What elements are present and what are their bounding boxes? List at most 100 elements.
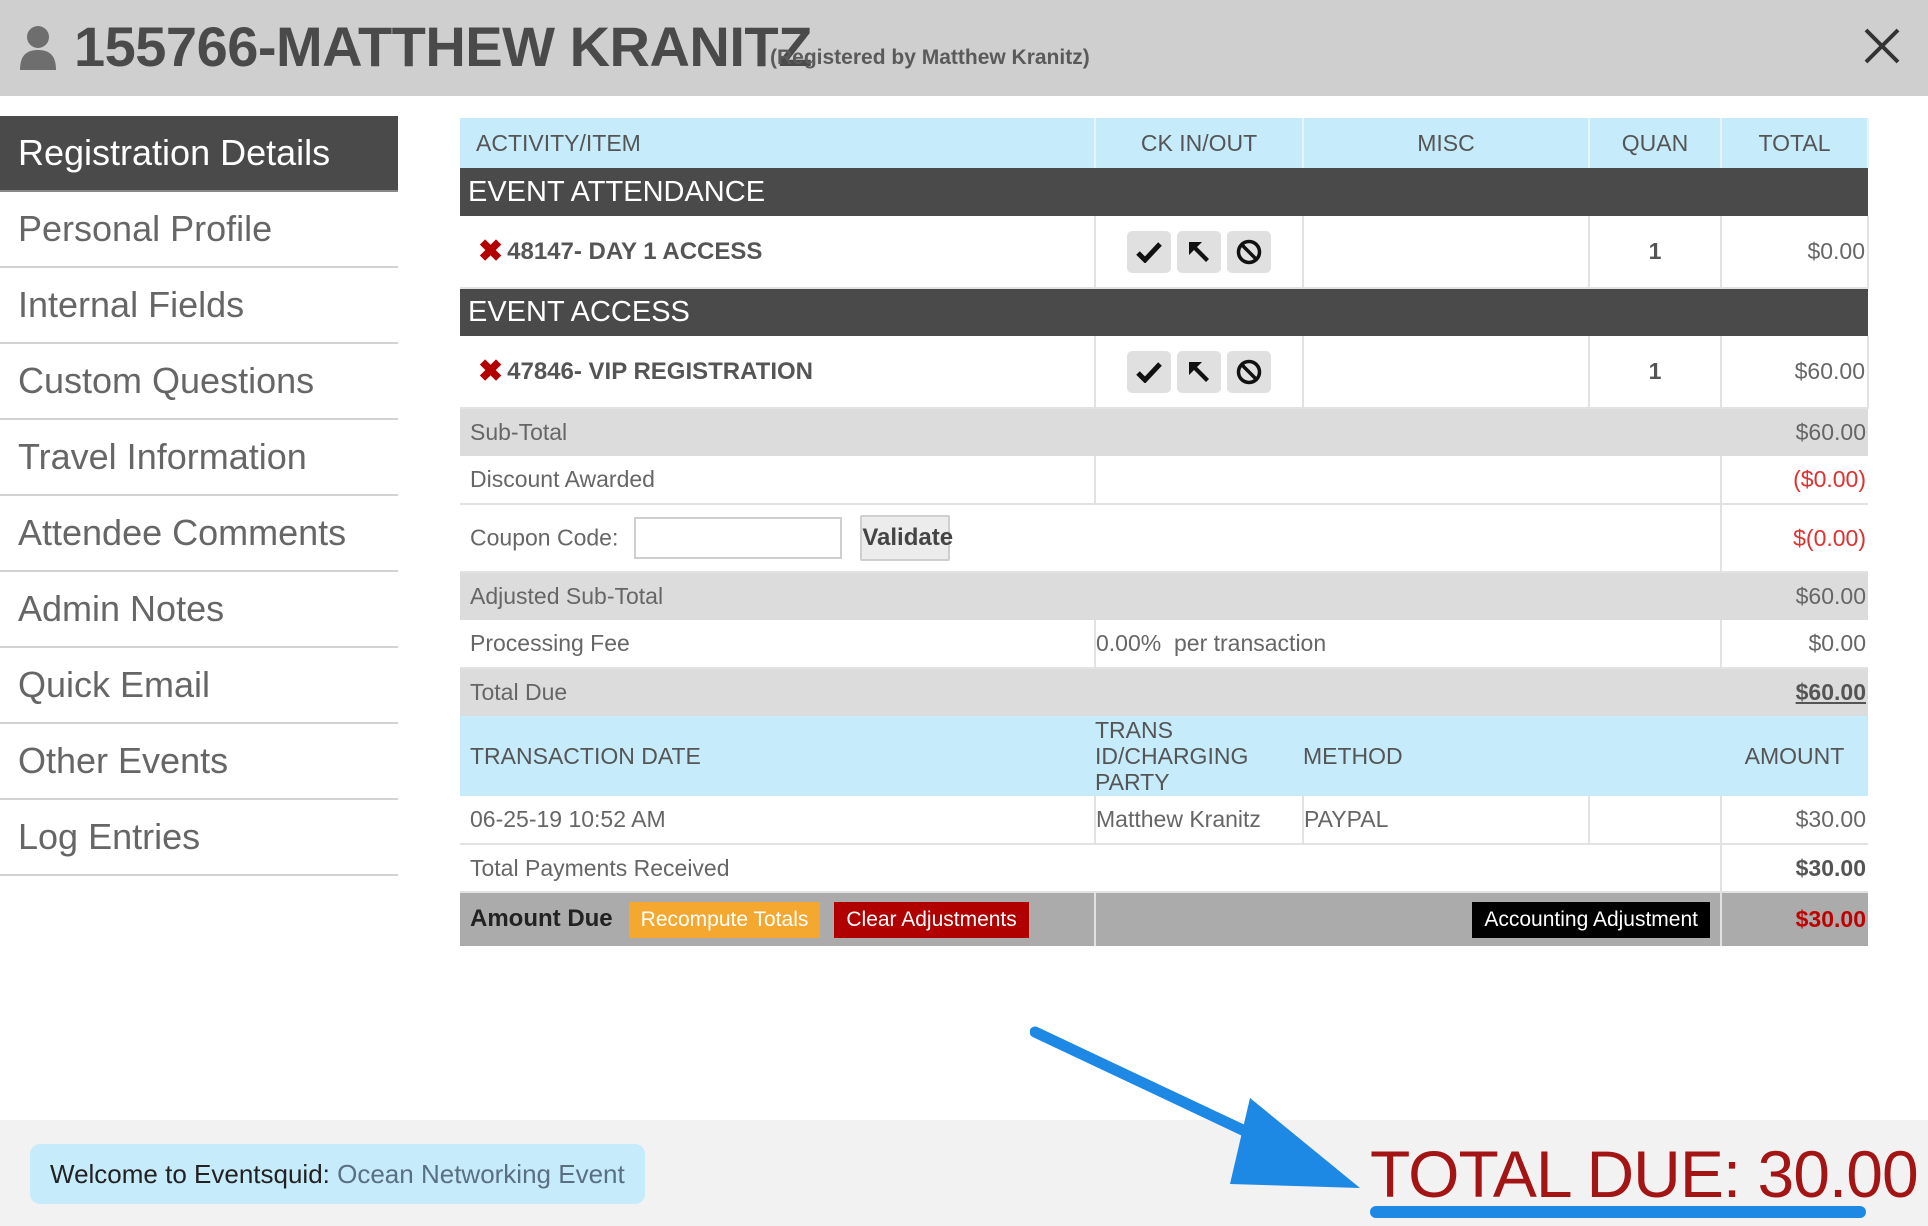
quan-cell: 1 <box>1589 336 1722 409</box>
table-row: ✖ 48147- DAY 1 ACCESS 1 $0.00 <box>460 216 1869 289</box>
payments-row: Total Payments Received $30.00 <box>460 844 1868 893</box>
sidebar-item-travel-information[interactable]: Travel Information <box>0 420 398 496</box>
accounting-adjustment-button[interactable]: Accounting Adjustment <box>1472 901 1710 938</box>
amount-due-cell: Amount Due Recompute Totals Clear Adjustme… <box>460 892 1096 946</box>
col-header-method: METHOD <box>1303 716 1589 796</box>
arrow-up-left-icon <box>1189 361 1209 382</box>
col-header-misc: MISC <box>1303 118 1590 168</box>
sidebar-item-attendee-comments[interactable]: Attendee Comments <box>0 496 398 572</box>
remove-item-icon[interactable]: ✖ <box>478 355 503 388</box>
processing-fee-label: Processing Fee <box>460 620 1096 669</box>
table-header-row: ACTIVITY/ITEM CK IN/OUT MISC QUAN TOTAL <box>460 118 1869 168</box>
payments-label: Total Payments Received <box>460 844 1722 893</box>
accounting-cell: Accounting Adjustment <box>1095 892 1722 946</box>
payments-value: $30.00 <box>1721 844 1868 893</box>
coupon-row: Coupon Code: Validate $(0.00) <box>460 504 1868 573</box>
col-header-total: TOTAL <box>1721 118 1869 168</box>
quan-cell: 1 <box>1589 216 1722 289</box>
item-name-cell: ✖ 47846- VIP REGISTRATION <box>460 336 1096 409</box>
section-row: EVENT ATTENDANCE <box>460 168 1868 216</box>
checkmark-icon <box>1136 241 1162 263</box>
total-cell: $0.00 <box>1721 216 1869 289</box>
col-header-empty <box>1589 716 1721 796</box>
amount-due-label: Amount Due <box>470 904 613 932</box>
annotation-arrow-icon <box>1030 1026 1360 1188</box>
col-header-amount: AMOUNT <box>1721 716 1868 796</box>
welcome-badge: Welcome to Eventsquid: Ocean Networking … <box>30 1144 645 1204</box>
section-title: EVENT ATTENDANCE <box>460 168 1868 216</box>
transaction-date: 06-25-19 10:52 AM <box>460 796 1096 845</box>
misc-cell <box>1303 216 1590 289</box>
discount-value: ($0.00) <box>1721 456 1868 505</box>
remove-item-icon[interactable]: ✖ <box>478 235 503 268</box>
item-name-cell: ✖ 48147- DAY 1 ACCESS <box>460 216 1096 289</box>
discount-label: Discount Awarded <box>460 456 1096 505</box>
col-header-quan: QUAN <box>1589 118 1722 168</box>
recompute-totals-button[interactable]: Recompute Totals <box>628 901 821 938</box>
sidebar-item-other-events[interactable]: Other Events <box>0 724 398 800</box>
check-out-button[interactable] <box>1177 350 1221 393</box>
sidebar-item-admin-notes[interactable]: Admin Notes <box>0 572 398 648</box>
sidebar-nav: Registration Details Personal Profile In… <box>0 116 398 876</box>
table-row: ✖ 47846- VIP REGISTRATION 1 $60.00 <box>460 336 1869 409</box>
coupon-value: $(0.00) <box>1721 504 1868 573</box>
ban-icon <box>1236 359 1262 384</box>
transaction-amount: $30.00 <box>1721 796 1868 845</box>
processing-fee-row: Processing Fee 0.00% per transaction $0.… <box>460 620 1868 669</box>
coupon-label: Coupon Code: <box>470 524 619 551</box>
total-due-annotation: TOTAL DUE: 30.00 <box>1370 1137 1919 1211</box>
user-icon <box>20 26 56 70</box>
cancel-checkin-button[interactable] <box>1227 350 1271 393</box>
sidebar-item-quick-email[interactable]: Quick Email <box>0 648 398 724</box>
subtotal-row: Sub-Total $60.00 <box>460 408 1868 456</box>
ban-icon <box>1236 239 1262 264</box>
amount-due-value: $30.00 <box>1721 892 1868 946</box>
total-due-row: Total Due $60.00 <box>460 668 1868 716</box>
check-out-button[interactable] <box>1177 230 1221 273</box>
adjusted-subtotal-value: $60.00 <box>1721 572 1868 620</box>
col-header-trans-date: TRANSACTION DATE <box>460 716 1095 796</box>
adjusted-subtotal-label: Adjusted Sub-Total <box>460 572 1721 620</box>
misc-cell <box>1303 336 1590 409</box>
clear-adjustments-button[interactable]: Clear Adjustments <box>834 901 1029 938</box>
arrow-up-left-icon <box>1189 241 1209 262</box>
modal-header: 155766-MATTHEW KRANITZ (Registered by Ma… <box>0 0 1928 96</box>
coupon-code-input[interactable] <box>634 517 843 559</box>
checkin-cell <box>1095 216 1304 289</box>
total-due-value: $60.00 <box>1721 668 1868 716</box>
col-header-activity: ACTIVITY/ITEM <box>460 118 1096 168</box>
processing-fee-value: $0.00 <box>1721 620 1868 669</box>
section-title: EVENT ACCESS <box>460 288 1868 336</box>
section-row: EVENT ACCESS <box>460 288 1868 336</box>
checkin-cell <box>1095 336 1304 409</box>
check-in-button[interactable] <box>1127 230 1171 273</box>
total-due-underline <box>1370 1206 1866 1218</box>
transaction-party: Matthew Kranitz <box>1095 796 1304 845</box>
cancel-checkin-button[interactable] <box>1227 230 1271 273</box>
check-in-button[interactable] <box>1127 350 1171 393</box>
discount-row: Discount Awarded ($0.00) <box>460 456 1868 505</box>
event-name: Ocean Networking Event <box>337 1159 625 1189</box>
transactions-header-row: TRANSACTION DATE TRANS ID/CHARGING PARTY… <box>460 716 1868 796</box>
registration-table: ACTIVITY/ITEM CK IN/OUT MISC QUAN TOTAL … <box>460 118 1869 946</box>
registered-by-label: (Registered by Matthew Kranitz) <box>770 46 1090 69</box>
close-icon[interactable] <box>1858 22 1906 70</box>
page-title: 155766-MATTHEW KRANITZ <box>74 15 812 78</box>
sidebar-item-registration-details[interactable]: Registration Details <box>0 116 398 192</box>
subtotal-label: Sub-Total <box>460 408 1721 456</box>
transaction-method: PAYPAL <box>1303 796 1590 845</box>
sidebar-item-personal-profile[interactable]: Personal Profile <box>0 192 398 268</box>
item-name: 48147- DAY 1 ACCESS <box>507 238 763 265</box>
processing-fee-rate: 0.00% per transaction <box>1095 620 1722 669</box>
validate-button[interactable]: Validate <box>860 515 953 561</box>
col-header-ck: CK IN/OUT <box>1095 118 1304 168</box>
sidebar-item-log-entries[interactable]: Log Entries <box>0 800 398 876</box>
sidebar-item-custom-questions[interactable]: Custom Questions <box>0 344 398 420</box>
welcome-label: Welcome to Eventsquid: <box>50 1159 330 1189</box>
subtotal-value: $60.00 <box>1721 408 1868 456</box>
transaction-empty <box>1589 796 1722 845</box>
sidebar-item-internal-fields[interactable]: Internal Fields <box>0 268 398 344</box>
total-due-label: Total Due <box>460 668 1721 716</box>
transaction-row: 06-25-19 10:52 AM Matthew Kranitz PAYPAL… <box>460 796 1868 845</box>
checkmark-icon <box>1136 361 1162 383</box>
